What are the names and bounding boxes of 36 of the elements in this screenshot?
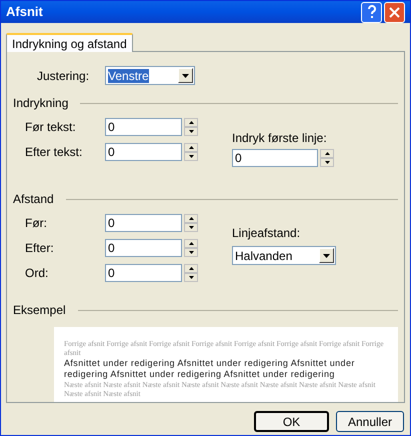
dropdown[interactable]: Venstre [105,66,195,85]
caret-icon[interactable] [319,248,334,263]
help-icon[interactable] [361,2,382,22]
spinner-buttons[interactable] [184,118,198,136]
dropdown-value: Venstre [108,68,150,82]
number-field[interactable]: 0 [105,238,182,256]
section-heading: Afstand [13,191,54,208]
spinner-buttons[interactable] [184,264,198,282]
tab[interactable]: Indrykning og afstand [6,33,133,52]
field-label: Før: [25,214,48,232]
dropdown[interactable]: Halvanden [232,246,336,265]
spinner-buttons[interactable] [184,238,198,256]
caret-icon[interactable] [178,68,193,83]
field-label: Efter tekst: [25,144,84,160]
number-field[interactable]: 0 [105,214,182,232]
number-field[interactable]: 0 [105,118,182,136]
number-field[interactable]: 0 [105,264,182,282]
window-title: Afsnit [6,3,43,22]
number-field[interactable]: 0 [232,149,318,167]
field-label: Ord: [25,264,50,282]
dialog-button[interactable]: Annuller [336,411,404,432]
preview-text: Afsnittet under redigering Afsnittet under redigering Afsnittet under redigering Afsnittet under redigering Afsnittet under redigering [64,358,356,380]
section-heading: Eksempel [13,302,66,319]
field-label: Justering: [36,68,90,84]
dropdown-value: Halvanden [235,248,294,262]
number-field[interactable]: 0 [105,142,182,160]
field-label: Indryk første linje: [232,130,328,147]
spinner-buttons[interactable] [184,142,198,160]
field-label: Linjeafstand: [232,225,302,242]
field-label: Efter: [25,240,55,256]
field-label: Før tekst: [25,118,77,136]
section-heading: Indrykning [13,95,68,112]
close-icon[interactable] [384,2,405,22]
spinner-buttons[interactable] [320,149,334,167]
spinner-buttons[interactable] [184,214,198,232]
dialog-button[interactable]: OK [254,411,329,432]
